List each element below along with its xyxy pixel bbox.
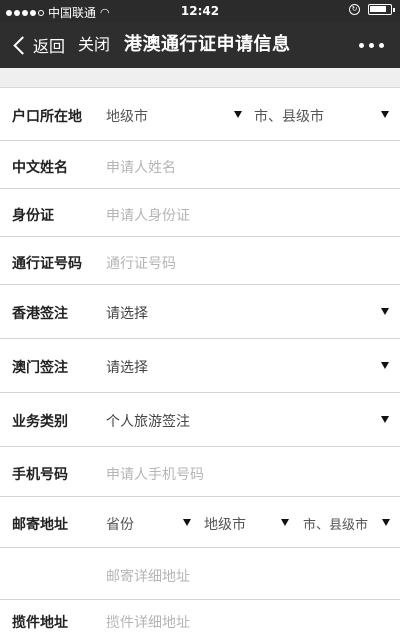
business-type-label: 业务类别 (12, 414, 68, 430)
mail-county-select[interactable]: 市、县级市 (301, 497, 400, 548)
back-button[interactable]: 返回 (12, 22, 65, 68)
application-form: 户口所在地 地级市 市、县级市 中文姓名 申请人姓名 身份证 申请人身份证 通行… (0, 88, 400, 639)
form-row-hukou: 户口所在地 地级市 市、县级市 (0, 88, 400, 141)
id-card-input[interactable]: 申请人身份证 (106, 205, 386, 225)
dropdown-arrow-icon (234, 111, 242, 118)
rotation-lock-icon: ↻ (349, 4, 360, 15)
business-type-select[interactable]: 业务类别 个人旅游签注 (0, 393, 400, 447)
status-icons: ↻ (349, 4, 395, 15)
dropdown-arrow-icon (281, 519, 289, 526)
form-row-pickup-address: 揽件地址 揽件详细地址 (0, 600, 400, 639)
mail-province-select[interactable]: 省份 (104, 497, 198, 548)
name-label: 中文姓名 (12, 160, 68, 176)
hukou-city-select[interactable]: 地级市 (104, 88, 250, 141)
mail-city-select[interactable]: 地级市 (202, 497, 298, 548)
hk-visa-select[interactable]: 香港签注 请选择 (0, 285, 400, 339)
dropdown-arrow-icon (381, 416, 389, 423)
phone-input[interactable]: 申请人手机号码 (106, 464, 386, 484)
macau-visa-select[interactable]: 澳门签注 请选择 (0, 339, 400, 393)
pickup-address-label: 揽件地址 (12, 615, 68, 631)
dropdown-arrow-icon (381, 308, 389, 315)
hukou-city-value: 地级市 (106, 109, 148, 125)
dropdown-arrow-icon (381, 362, 389, 369)
dropdown-arrow-icon (382, 519, 390, 526)
permit-no-input[interactable]: 通行证号码 (106, 253, 386, 273)
macau-visa-label: 澳门签注 (12, 360, 68, 376)
hk-visa-label: 香港签注 (12, 306, 68, 322)
nav-bar: 返回 关闭 港澳通行证申请信息 (0, 22, 400, 68)
form-row-mail-address: 邮寄地址 省份 地级市 市、县级市 (0, 497, 400, 548)
chevron-left-icon (13, 35, 32, 55)
name-input[interactable]: 申请人姓名 (106, 157, 386, 177)
mail-address-label: 邮寄地址 (12, 517, 68, 533)
hukou-label: 户口所在地 (12, 109, 82, 125)
form-row-id-card: 身份证 申请人身份证 (0, 189, 400, 237)
dropdown-arrow-icon (183, 519, 191, 526)
battery-level (370, 6, 386, 12)
page-title: 港澳通行证申请信息 (124, 34, 291, 55)
id-card-label: 身份证 (12, 208, 54, 224)
form-row-permit-no: 通行证号码 通行证号码 (0, 237, 400, 285)
mail-city-value: 地级市 (204, 517, 246, 533)
back-label: 返回 (33, 37, 66, 56)
hukou-county-select[interactable]: 市、县级市 (252, 88, 400, 141)
phone-label: 手机号码 (12, 467, 68, 483)
form-row-name: 中文姓名 申请人姓名 (0, 141, 400, 189)
close-button[interactable]: 关闭 (78, 22, 110, 68)
form-row-mail-detail: 邮寄详细地址 (0, 548, 400, 600)
more-menu-icon[interactable] (359, 43, 384, 48)
pickup-address-input[interactable]: 揽件详细地址 (106, 612, 386, 632)
status-bar: 中国联通 ◠ 12:42 ↻ (0, 0, 400, 22)
macau-visa-value: 请选择 (106, 360, 148, 376)
hukou-county-value: 市、县级市 (254, 109, 324, 125)
business-type-value: 个人旅游签注 (106, 414, 190, 430)
mail-detail-input[interactable]: 邮寄详细地址 (106, 566, 386, 586)
dropdown-arrow-icon (381, 111, 389, 118)
hk-visa-value: 请选择 (106, 306, 148, 322)
form-row-phone: 手机号码 申请人手机号码 (0, 447, 400, 497)
permit-no-label: 通行证号码 (12, 256, 82, 272)
mail-province-value: 省份 (106, 517, 134, 533)
clock: 12:42 (180, 4, 220, 18)
mail-county-value: 市、县级市 (303, 518, 369, 533)
section-spacer (0, 68, 400, 88)
battery-icon (368, 4, 395, 15)
